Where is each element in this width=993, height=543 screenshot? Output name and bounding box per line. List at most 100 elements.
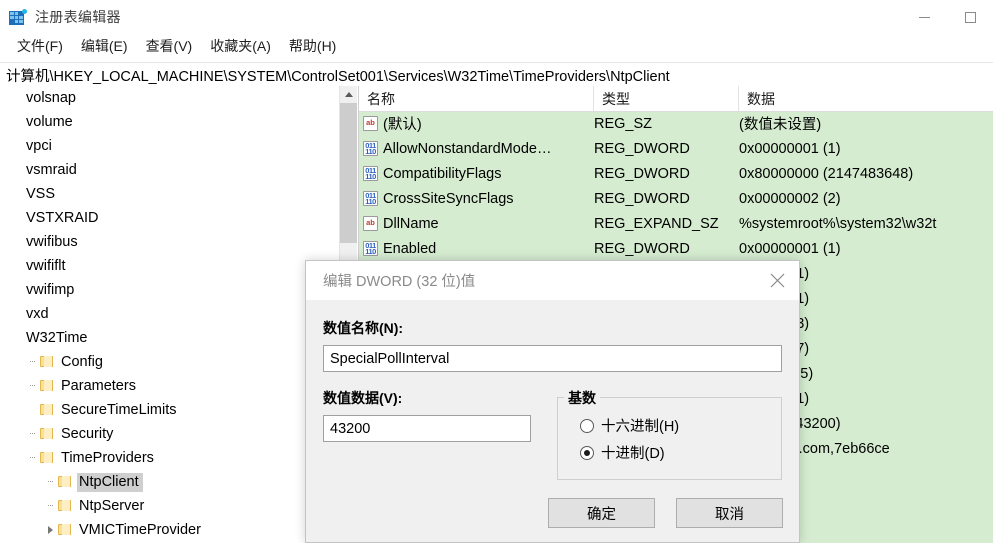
radio-decimal[interactable]: 十进制(D) [580,439,781,466]
maximize-button[interactable] [947,0,993,34]
string-value-icon: ab [363,216,378,231]
column-header-name[interactable]: 名称 [359,86,594,111]
tree-item-vss[interactable]: VSS [0,182,340,206]
tree-item-vwififlt[interactable]: vwififlt [0,254,340,278]
cell-name: ab (默认) [359,113,594,134]
value-type: REG_EXPAND_SZ [594,215,719,232]
ok-button[interactable]: 确定 [548,498,655,528]
radio-decimal-label: 十进制(D) [601,446,665,462]
value-type: REG_DWORD [594,190,690,207]
tree-item-label: vwififlt [26,257,66,274]
tree-item-label: volume [26,113,73,130]
dword-value-icon: 011 110 [363,166,378,181]
cell-name: 011 110 CompatibilityFlags [359,166,594,182]
scrollbar-thumb[interactable] [340,103,357,243]
scroll-up-icon[interactable] [340,86,357,103]
menu-view[interactable]: 查看(V) [137,34,202,59]
folder-icon [58,524,72,536]
tree-item-label: Config [61,353,103,370]
expand-dots-icon [24,446,40,470]
tree-item-w32time[interactable]: W32Time [0,326,340,350]
cancel-button[interactable]: 取消 [676,498,783,528]
cell-name: 011 110 CrossSiteSyncFlags [359,191,594,207]
window-controls [901,0,993,34]
tree-item-label: VMICTimeProvider [79,521,201,538]
value-data: 0x00000001 (1) [739,140,841,157]
tree-item-config[interactable]: Config [0,350,340,374]
tree-item-label: SecureTimeLimits [61,401,177,418]
tree-item-vsmraid[interactable]: vsmraid [0,158,340,182]
folder-icon [40,356,54,368]
minimize-button[interactable] [901,0,947,34]
radio-hexadecimal[interactable]: 十六进制(H) [580,412,781,439]
tree-item-ntpserver[interactable]: NtpServer [0,494,340,518]
menu-edit[interactable]: 编辑(E) [72,34,137,59]
tree-item-volume[interactable]: volume [0,110,340,134]
tree-item-ntpclient[interactable]: NtpClient [0,470,340,494]
value-name: CompatibilityFlags [383,165,502,182]
value-data: (数值未设置) [739,117,822,133]
tree-item-securetimelimits[interactable]: SecureTimeLimits [0,398,340,422]
menu-help[interactable]: 帮助(H) [280,34,345,59]
value-name-label: 数值名称(N): [323,320,404,336]
value-name: (默认) [383,117,422,133]
tree-item-label: Security [61,425,114,442]
tree-item-label: vxd [26,305,49,322]
dword-value-icon: 011 110 [363,241,378,256]
value-name: AllowNonstandardMode… [383,140,552,157]
tree-item-timeproviders[interactable]: TimeProviders [0,446,340,470]
tree-item-vwifimp[interactable]: vwifimp [0,278,340,302]
tree-item-security[interactable]: Security [0,422,340,446]
table-row[interactable]: ab DllName REG_EXPAND_SZ %systemroot%\syste… [359,211,993,236]
expand-dots-icon [24,350,40,374]
menu-file[interactable]: 文件(F) [8,34,72,59]
address-bar[interactable]: 计算机\HKEY_LOCAL_MACHINE\SYSTEM\ControlSet… [0,62,993,88]
dialog-buttons: 确定 取消 [548,498,783,528]
tree-item-vwifibus[interactable]: vwifibus [0,230,340,254]
expand-dots-icon [24,374,40,398]
value-name: Enabled [383,240,437,257]
tree-item-volsnap[interactable]: volsnap [0,86,340,110]
table-row[interactable]: 011 110 Enabled REG_DWORD 0x00000001 (1) [359,236,993,261]
base-group-label: 基数 [564,388,600,408]
tree-item-label: Parameters [61,377,136,394]
table-row[interactable]: 011 110 CompatibilityFlags REG_DWORD 0x80000… [359,161,993,186]
registry-tree[interactable]: volsnap volume vpci vsmraid VSS VSTXRAID vwifi… [0,86,340,543]
tree-item-label: TimeProviders [61,449,154,466]
tree-item-vpci[interactable]: vpci [0,134,340,158]
dword-value-icon: 011 110 [363,141,378,156]
cell-name: 011 110 AllowNonstandardMode… [359,141,594,157]
folder-icon [40,428,54,440]
tree-item-label: vsmraid [26,161,77,178]
folder-icon [40,404,54,416]
table-row[interactable]: 011 110 CrossSiteSyncFlags REG_DWORD 0x00000… [359,186,993,211]
value-data-input[interactable]: 43200 [323,415,531,442]
menu-favorites[interactable]: 收藏夹(A) [201,34,280,59]
folder-icon [40,380,54,392]
table-row[interactable]: 011 110 AllowNonstandardMode… REG_DWORD 0x00… [359,136,993,161]
table-row[interactable]: ab (默认) REG_SZ (数值未设置) [359,111,993,136]
maximize-icon [964,11,976,23]
minimize-icon [918,16,930,18]
expand-chev-icon[interactable] [42,518,58,542]
value-name: DllName [383,215,439,232]
value-data: 0x00000002 (2) [739,190,841,207]
value-type: REG_DWORD [594,165,690,182]
column-header-data[interactable]: 数据 [739,86,993,111]
tree-item-parameters[interactable]: Parameters [0,374,340,398]
tree-item-vmictimeprovider[interactable]: VMICTimeProvider [0,518,340,542]
close-icon[interactable] [755,261,799,300]
tree-item-vstxraid[interactable]: VSTXRAID [0,206,340,230]
value-name-input[interactable]: SpecialPollInterval [323,345,782,372]
list-column-headers: 名称 类型 数据 [359,86,993,112]
column-header-type[interactable]: 类型 [594,86,739,111]
tree-item-vxd[interactable]: vxd [0,302,340,326]
